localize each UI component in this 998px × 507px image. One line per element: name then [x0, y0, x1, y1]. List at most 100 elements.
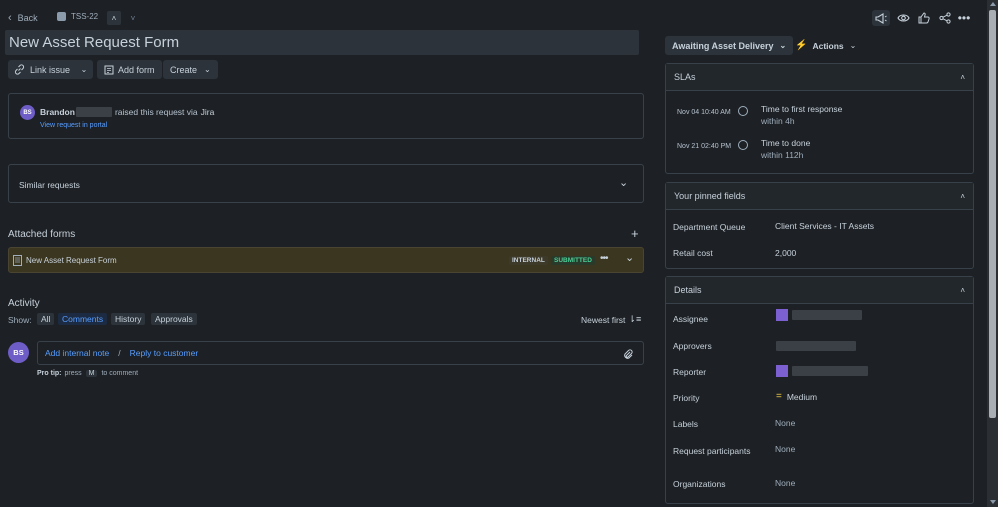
reply-to-customer-button[interactable]: Reply to customer [130, 348, 199, 358]
eye-icon [896, 14, 910, 22]
chevron-up-icon: ˄ [111, 13, 117, 23]
assignee-value[interactable] [776, 309, 862, 321]
chevron-down-icon[interactable]: ⌄ [625, 251, 634, 264]
megaphone-icon [875, 12, 887, 24]
priority-value[interactable]: = Medium [776, 391, 817, 403]
scrollbar[interactable] [987, 0, 998, 507]
similar-requests-panel[interactable]: Similar requests ⌄ [8, 164, 644, 203]
form-icon [104, 65, 114, 74]
chevron-down-icon: ⌄ [204, 65, 211, 74]
commenter-avatar: BS [8, 342, 29, 363]
reporter-value[interactable] [776, 365, 868, 377]
submitted-badge: SUBMITTED [551, 256, 595, 265]
next-issue-button[interactable]: ˅ [126, 11, 140, 25]
field-label: Retail cost [673, 248, 713, 258]
field-label: Request participants [673, 446, 751, 456]
status-button[interactable]: Awaiting Asset Delivery ⌄ [665, 36, 794, 55]
scrollbar-thumb[interactable] [989, 10, 996, 418]
participants-value[interactable]: None [775, 444, 795, 454]
feedback-button[interactable] [872, 10, 890, 26]
page-title: New Asset Request Form [9, 34, 180, 51]
link-issue-dropdown-button[interactable]: ⌄ [75, 60, 93, 79]
form-name: New Asset Request Form [26, 256, 117, 265]
similar-requests-label: Similar requests [19, 180, 80, 190]
back-label: Back [17, 13, 38, 23]
field-label: Assignee [673, 314, 708, 324]
attached-forms-heading: Attached forms [8, 229, 76, 240]
field-label: Department Queue [673, 222, 746, 232]
retail-cost-value[interactable]: 2,000 [775, 248, 796, 258]
redacted-name [776, 341, 856, 351]
raised-by-line: Brandon raised this request via Jira [40, 107, 215, 117]
shortcut-key: M [85, 370, 98, 377]
sort-icon: ⇂≡ [628, 314, 642, 324]
redacted-surname [75, 107, 112, 117]
chevron-down-icon: ⌄ [80, 65, 88, 74]
filter-comments[interactable]: Comments [58, 313, 108, 325]
link-issue-button[interactable]: Link issue [8, 60, 77, 79]
link-icon [14, 64, 25, 75]
chevron-up-icon: ˄ [960, 285, 965, 295]
thumbs-up-icon [918, 12, 930, 24]
labels-value[interactable]: None [775, 418, 795, 428]
slas-header[interactable]: SLAs ˄ [666, 64, 973, 91]
redacted-name [792, 310, 862, 320]
watch-button[interactable] [895, 10, 911, 26]
filter-history[interactable]: History [111, 313, 146, 325]
previous-issue-button[interactable]: ˄ [107, 11, 121, 25]
avatar [776, 365, 788, 377]
filter-all[interactable]: All [37, 313, 55, 325]
filter-approvals[interactable]: Approvals [151, 313, 197, 325]
summary-field[interactable]: New Asset Request Form [5, 30, 639, 55]
chevron-down-icon: ⌄ [849, 41, 857, 50]
more-icon: ••• [957, 11, 971, 25]
attached-form-row[interactable]: New Asset Request Form INTERNAL SUBMITTE… [8, 247, 644, 273]
approvers-value[interactable] [776, 341, 856, 351]
issue-type-icon [57, 12, 66, 21]
scrollbar-up-arrow[interactable] [990, 2, 996, 6]
lightning-icon: ⚡ [795, 40, 808, 51]
back-button[interactable]: ‹ Back [8, 12, 38, 24]
add-form-icon[interactable]: + [631, 226, 639, 241]
department-queue-value[interactable]: Client Services - IT Assets [775, 221, 874, 231]
comment-box[interactable]: Add internal note / Reply to customer [37, 341, 644, 365]
field-label: Priority [673, 393, 700, 403]
field-label: Organizations [673, 479, 726, 489]
chevron-left-icon: ‹ [8, 12, 12, 24]
priority-medium-icon: = [776, 391, 782, 402]
pinned-fields-header[interactable]: Your pinned fields ˄ [666, 183, 973, 210]
more-actions-button[interactable]: ••• [956, 10, 972, 26]
field-label: Labels [673, 419, 699, 429]
form-more-icon[interactable]: ••• [600, 253, 608, 264]
scrollbar-down-arrow[interactable] [990, 500, 996, 504]
requester-panel: BS Brandon raised this request via Jira … [8, 93, 644, 139]
chevron-up-icon: ˄ [960, 72, 965, 82]
details-header[interactable]: Details ˄ [666, 277, 973, 304]
requester-name[interactable]: Brandon [40, 107, 75, 117]
field-label: Approvers [673, 341, 712, 351]
chevron-up-icon: ˄ [960, 191, 965, 201]
actions-button[interactable]: ⚡ Actions ⌄ [795, 40, 856, 51]
organizations-value[interactable]: None [775, 478, 795, 488]
internal-badge: INTERNAL [509, 256, 548, 265]
activity-heading: Activity [8, 298, 40, 309]
add-internal-note-button[interactable]: Add internal note [45, 348, 109, 358]
form-icon [13, 255, 22, 266]
pinned-fields-panel: Your pinned fields ˄ Department Queue Cl… [665, 182, 974, 269]
share-icon [939, 12, 951, 24]
show-label: Show: [8, 315, 32, 325]
share-button[interactable] [937, 10, 953, 26]
chevron-down-icon: ⌄ [779, 41, 787, 50]
vote-button[interactable] [916, 10, 932, 26]
create-button[interactable]: Create ⌄ [163, 60, 218, 79]
sort-button[interactable]: Newest first ⇂≡ [581, 314, 641, 325]
issue-key[interactable]: TSS-22 [57, 12, 98, 21]
add-form-button[interactable]: Add form [97, 60, 162, 79]
field-label: Reporter [673, 367, 707, 377]
view-in-portal-link[interactable]: View request in portal [40, 122, 107, 129]
attachment-icon[interactable] [622, 348, 633, 360]
redacted-name [792, 366, 868, 376]
avatar: BS [20, 105, 35, 120]
chevron-down-icon: ⌄ [619, 177, 629, 189]
clock-icon [738, 106, 748, 116]
